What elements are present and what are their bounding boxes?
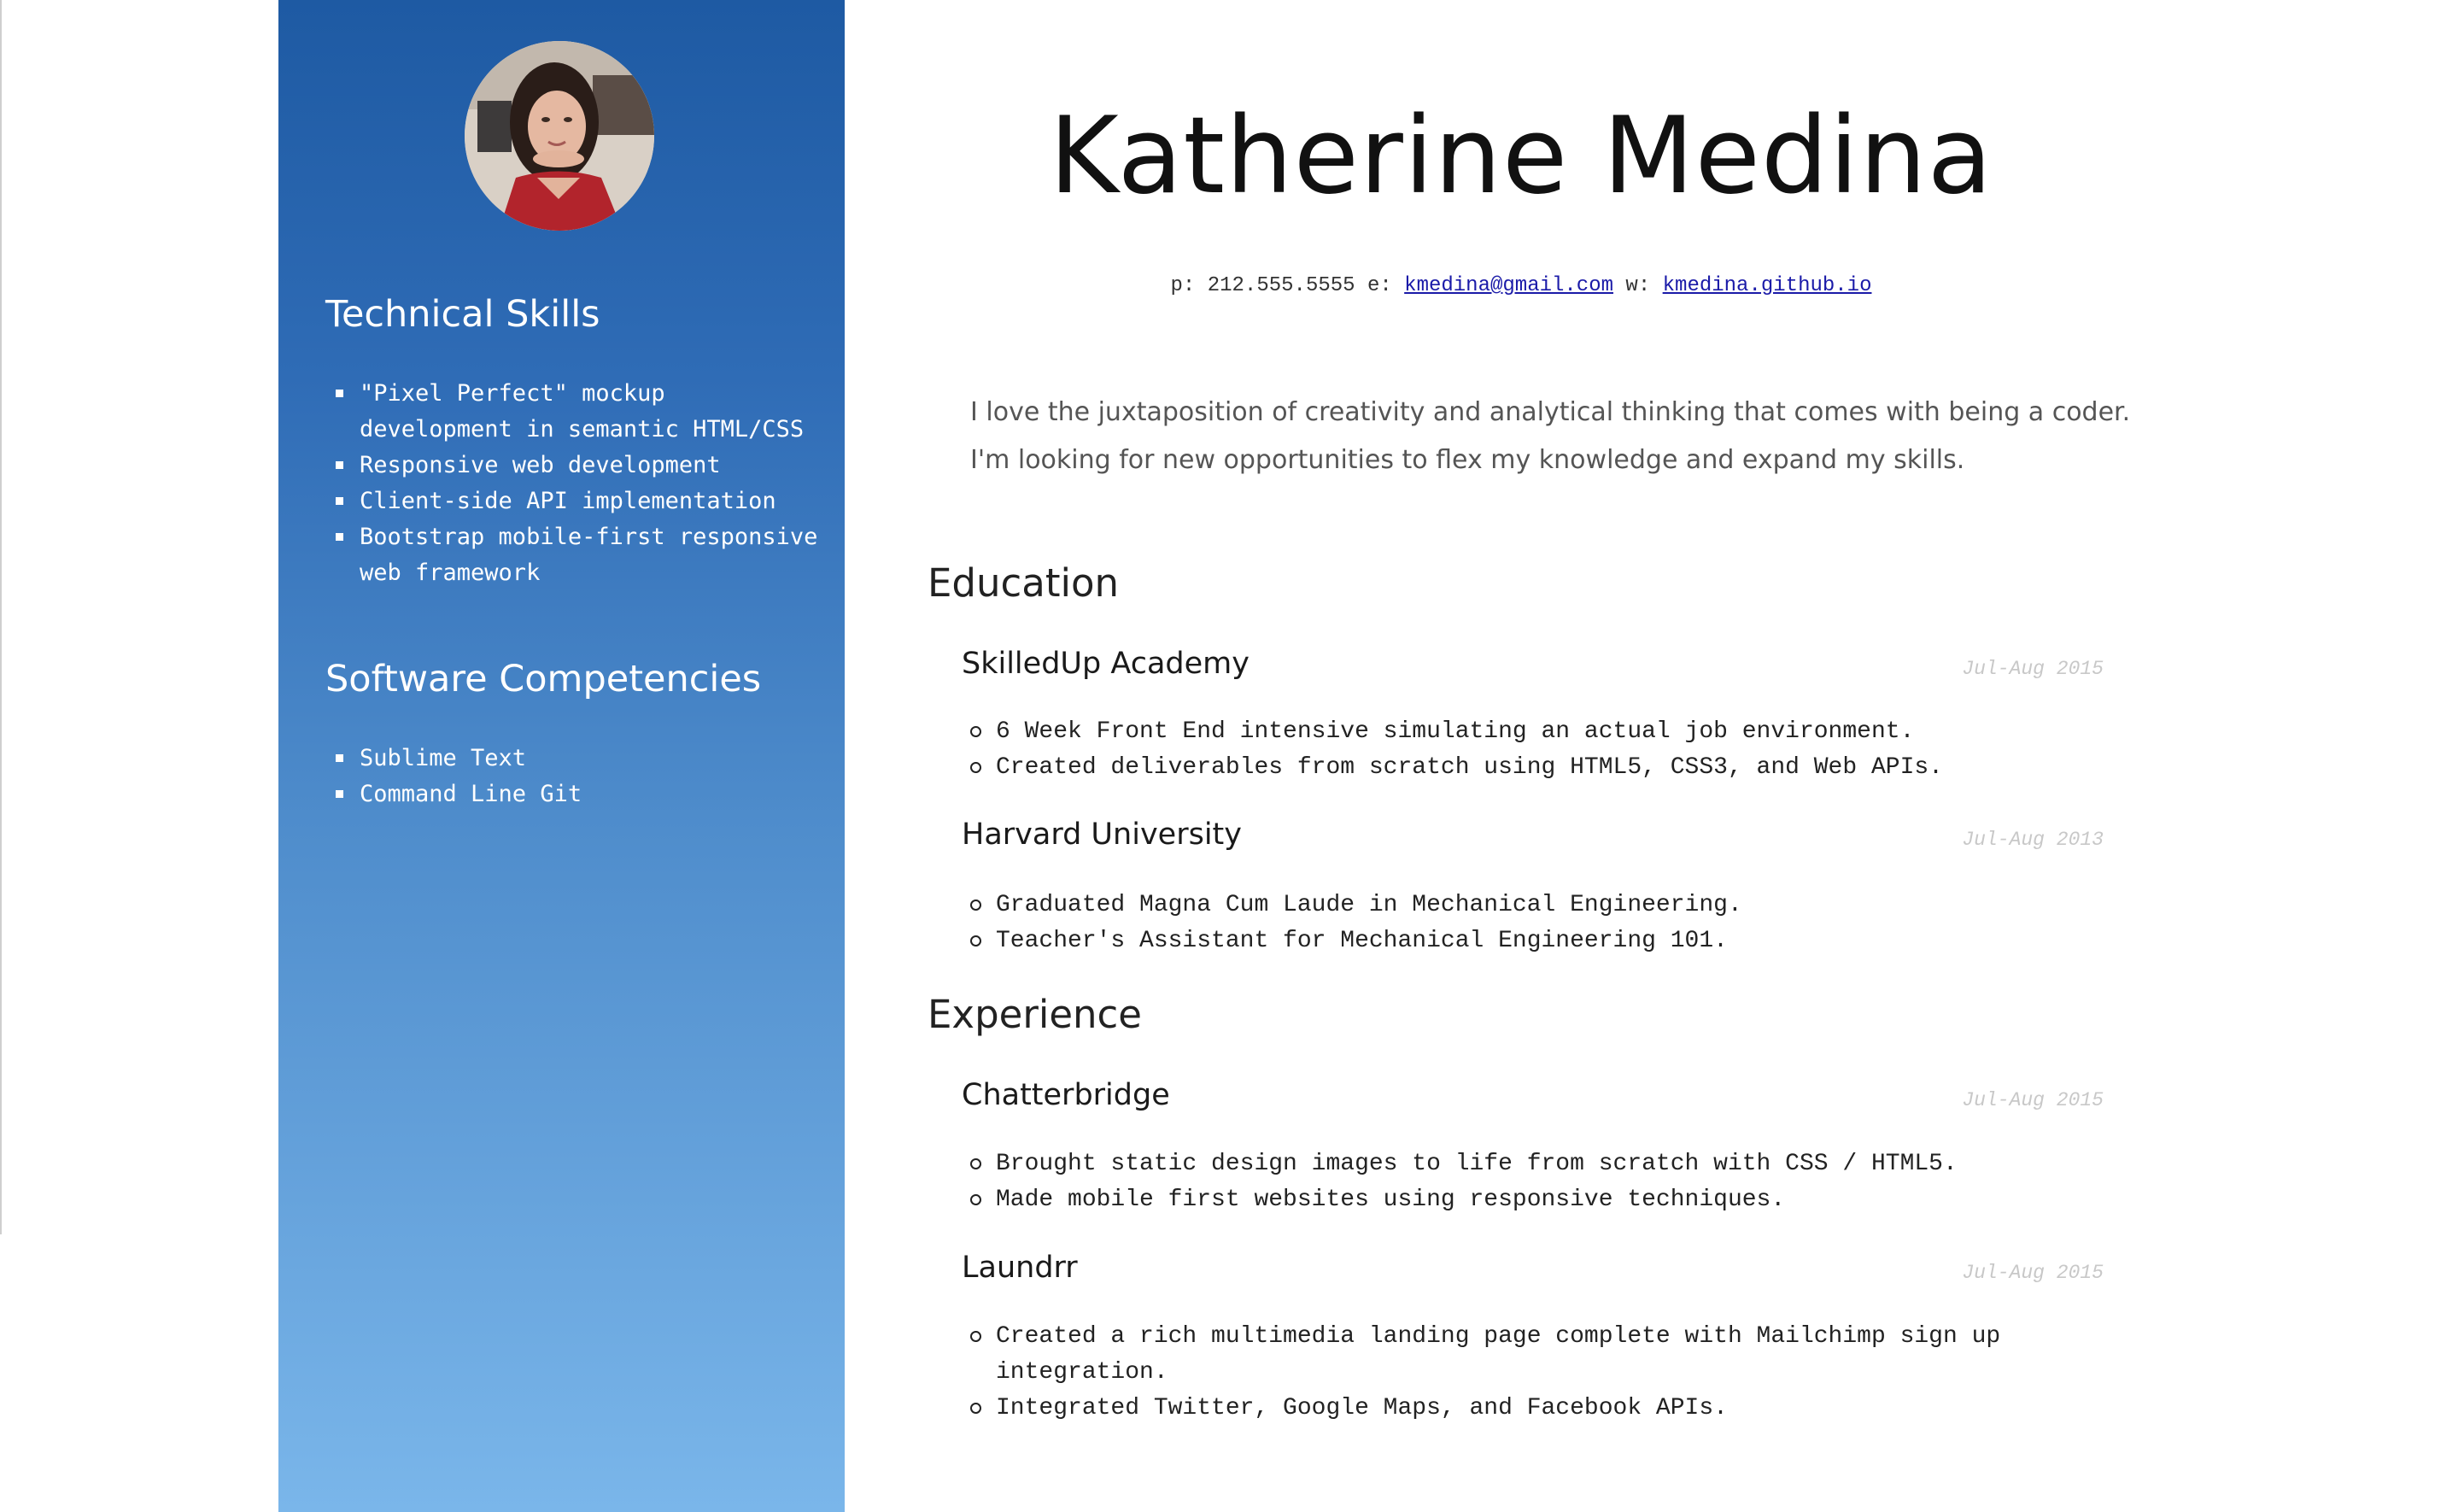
page-title: Katherine Medina <box>1049 95 1993 218</box>
contact-info: p: 212.555.5555 e: kmedina@gmail.com w: … <box>845 273 2198 299</box>
avatar <box>465 41 654 231</box>
phone-label: p: <box>1170 274 1196 297</box>
list-item: Responsive web development <box>325 448 829 483</box>
list-item: Brought static design images to life fro… <box>962 1146 2089 1182</box>
list-item: Made mobile first websites using respons… <box>962 1182 2089 1218</box>
experience-entry-date: Jul-Aug 2015 <box>1962 1089 2104 1111</box>
experience-entry-bullets: Brought static design images to life fro… <box>962 1146 2089 1218</box>
list-item: Teacher's Assistant for Mechanical Engin… <box>962 923 2089 959</box>
experience-heading: Experience <box>928 992 1142 1037</box>
experience-entry-title: Laundrr <box>962 1251 1078 1285</box>
profile-photo-icon <box>465 41 654 231</box>
phone-number: 212.555.5555 <box>1207 274 1355 297</box>
technical-skills-list: "Pixel Perfect" mockup development in se… <box>325 376 829 591</box>
summary-paragraph: I love the juxtaposition of creativity a… <box>970 389 2166 484</box>
sidebar: Technical Skills "Pixel Perfect" mockup … <box>278 0 845 1512</box>
experience-entry-bullets: Created a rich multimedia landing page c… <box>962 1319 2089 1427</box>
education-entry-title: Harvard University <box>962 818 1242 852</box>
education-entry-bullets: 6 Week Front End intensive simulating an… <box>962 714 2089 786</box>
main-content: Katherine Medina p: 212.555.5555 e: kmed… <box>845 0 2464 1512</box>
list-item: Created a rich multimedia landing page c… <box>962 1319 2089 1391</box>
education-heading: Education <box>928 560 1120 606</box>
education-entry-date: Jul-Aug 2015 <box>1962 658 2104 680</box>
software-competencies-heading: Software Competencies <box>325 658 762 700</box>
website-label: w: <box>1625 274 1651 297</box>
list-item: 6 Week Front End intensive simulating an… <box>962 714 2089 750</box>
education-entry-date: Jul-Aug 2013 <box>1962 829 2104 851</box>
education-entry-bullets: Graduated Magna Cum Laude in Mechanical … <box>962 888 2089 959</box>
list-item: Command Line Git <box>325 777 829 812</box>
software-competencies-list: Sublime Text Command Line Git <box>325 741 829 812</box>
list-item: Sublime Text <box>325 741 829 777</box>
technical-skills-heading: Technical Skills <box>325 293 600 336</box>
list-item: Integrated Twitter, Google Maps, and Fac… <box>962 1391 2089 1427</box>
email-link[interactable]: kmedina@gmail.com <box>1404 274 1613 297</box>
summary-line-1: I love the juxtaposition of creativity a… <box>970 397 2131 427</box>
list-item: Client-side API implementation <box>325 483 829 519</box>
education-entry-title: SkilledUp Academy <box>962 647 1250 681</box>
list-item: Bootstrap mobile-first responsive web fr… <box>325 519 829 591</box>
experience-entry-title: Chatterbridge <box>962 1078 1170 1112</box>
experience-entry-date: Jul-Aug 2015 <box>1962 1262 2104 1284</box>
website-link[interactable]: kmedina.github.io <box>1663 274 1872 297</box>
email-label: e: <box>1367 274 1392 297</box>
resume-page: Technical Skills "Pixel Perfect" mockup … <box>0 0 2464 1512</box>
summary-line-2: I'm looking for new opportunities to fle… <box>970 445 1965 475</box>
list-item: Graduated Magna Cum Laude in Mechanical … <box>962 888 2089 923</box>
list-item: Created deliverables from scratch using … <box>962 750 2089 786</box>
list-item: "Pixel Perfect" mockup development in se… <box>325 376 829 448</box>
window-edge-divider <box>0 0 2 1234</box>
